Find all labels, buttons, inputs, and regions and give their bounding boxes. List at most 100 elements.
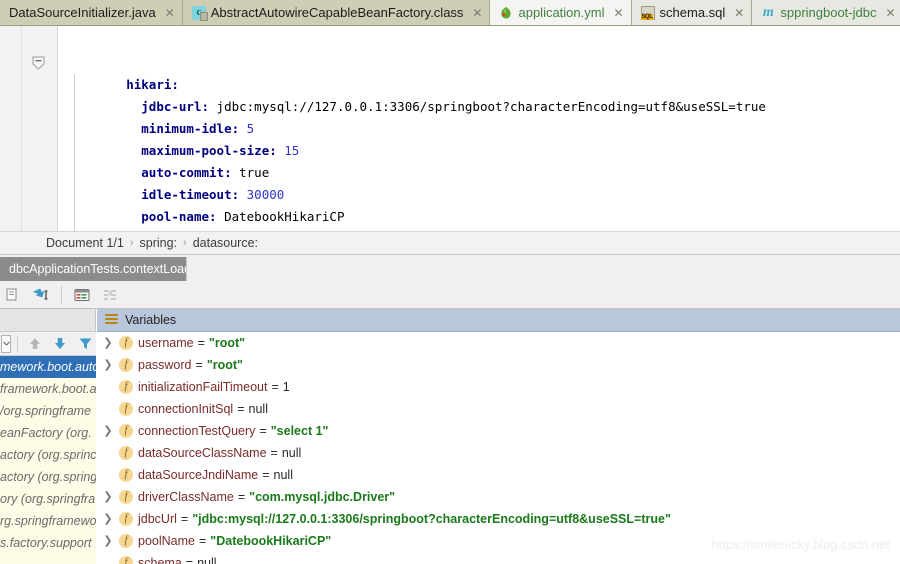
table-settings-icon[interactable] xyxy=(69,283,95,307)
yaml-file-icon xyxy=(499,6,513,20)
editor-tab-label: AbstractAutowireCapableBeanFactory.class xyxy=(210,5,464,20)
variable-name: dataSourceClassName xyxy=(138,446,267,460)
jump-to-source-icon[interactable] xyxy=(28,283,54,307)
sql-file-icon xyxy=(640,5,655,20)
chevron-right-icon[interactable]: ❯ xyxy=(103,332,112,354)
breadcrumb-item-datasource[interactable]: datasource: xyxy=(193,236,258,250)
run-tab-strip: dbcApplicationTests.contextLoads xyxy=(0,255,900,281)
variables-list[interactable]: ❯ f username = "root" ❯ f password = "ro… xyxy=(97,332,900,564)
variable-value: "jdbc:mysql://127.0.0.1:3306/springboot?… xyxy=(192,512,671,526)
export-icon[interactable] xyxy=(0,283,26,307)
variable-name: connectionTestQuery xyxy=(138,424,256,438)
frame-list-item[interactable]: framework.boot.a xyxy=(0,378,96,400)
editor-tab-schema-sql[interactable]: schema.sql ✕ xyxy=(631,0,753,25)
variable-value: "DatebookHikariCP" xyxy=(210,534,332,548)
close-icon[interactable]: ✕ xyxy=(472,7,482,19)
field-badge-icon: f xyxy=(119,468,133,482)
frames-panel: mework.boot.auto framework.boot.a /org.s… xyxy=(0,309,96,564)
editor-tab-application-yml[interactable]: application.yml ✕ xyxy=(490,0,632,25)
run-tab-strip-filler xyxy=(186,257,900,281)
breadcrumb-item-document[interactable]: Document 1/1 xyxy=(46,236,124,250)
equals-sign: = xyxy=(259,424,267,438)
variable-row[interactable]: ❯ f username = "root" xyxy=(97,332,900,354)
variable-name: username xyxy=(138,336,194,350)
code-content[interactable]: hikari: jdbc-url: jdbc:mysql://127.0.0.1… xyxy=(66,26,900,246)
sort-lines-icon[interactable] xyxy=(97,283,123,307)
yaml-value: true xyxy=(239,165,270,180)
frame-list-item[interactable]: rg.springframewo xyxy=(0,510,96,532)
chevron-right-icon[interactable]: ❯ xyxy=(103,354,112,376)
expand-arrow-cell[interactable]: ❯ xyxy=(97,332,119,354)
chevron-right-icon[interactable]: ❯ xyxy=(103,530,112,552)
variable-row[interactable]: ❯ f jdbcUrl = "jdbc:mysql://127.0.0.1:33… xyxy=(97,508,900,530)
frame-list-item[interactable]: s.factory.support xyxy=(0,532,96,554)
expand-arrow-cell[interactable]: ❯ xyxy=(97,354,119,376)
expand-arrow-cell[interactable]: ❯ xyxy=(97,420,119,442)
code-line: jdbc-url: jdbc:mysql://127.0.0.1:3306/sp… xyxy=(66,74,900,114)
variable-value: 1 xyxy=(282,380,290,394)
frame-list-item[interactable]: /org.springframe xyxy=(0,400,96,422)
variable-row[interactable]: f dataSourceClassName = null xyxy=(97,442,900,464)
thread-combo-icon[interactable] xyxy=(1,334,12,353)
module-icon: m xyxy=(762,4,774,20)
yaml-value: 15 xyxy=(284,143,300,158)
chevron-right-icon[interactable]: ❯ xyxy=(103,486,112,508)
code-editor[interactable]: hikari: jdbc-url: jdbc:mysql://127.0.0.1… xyxy=(0,26,900,246)
expand-arrow-cell[interactable]: ❯ xyxy=(97,486,119,508)
variable-row[interactable]: f dataSourceJndiName = null xyxy=(97,464,900,486)
variable-row[interactable]: ❯ f connectionTestQuery = "select 1" xyxy=(97,420,900,442)
equals-sign: = xyxy=(237,402,245,416)
equals-sign: = xyxy=(180,512,189,526)
variable-row[interactable]: ❯ f driverClassName = "com.mysql.jdbc.Dr… xyxy=(97,486,900,508)
variable-name: dataSourceJndiName xyxy=(138,468,259,482)
variable-name: password xyxy=(138,358,192,372)
close-icon[interactable]: ✕ xyxy=(734,7,744,19)
close-icon[interactable]: ✕ xyxy=(885,7,895,19)
watermark: https://smilenicky.blog.csdn.net xyxy=(711,538,890,552)
field-badge-icon: f xyxy=(119,402,133,416)
variable-value: null xyxy=(248,402,268,416)
breadcrumb-item-spring[interactable]: spring: xyxy=(140,236,178,250)
editor-tab-label: sppringboot-jdbc xyxy=(780,5,877,20)
frame-list-item[interactable]: mework.boot.auto xyxy=(0,356,96,378)
equals-sign: = xyxy=(195,358,203,372)
variable-row[interactable]: f initializationFailTimeout = 1 xyxy=(97,376,900,398)
variable-value: null xyxy=(197,556,217,564)
yaml-key: idle-timeout: xyxy=(141,187,240,202)
expand-arrow-cell[interactable]: ❯ xyxy=(97,508,119,530)
frame-list-item[interactable]: ory (org.springfra xyxy=(0,488,96,510)
field-badge-icon: f xyxy=(119,336,133,350)
field-badge-icon: f xyxy=(119,512,133,526)
chevron-right-icon[interactable]: ❯ xyxy=(103,420,112,442)
arrow-up-icon[interactable] xyxy=(24,332,45,356)
variable-value: "com.mysql.jdbc.Driver" xyxy=(249,490,396,504)
filter-funnel-icon[interactable] xyxy=(75,332,96,356)
chevron-right-icon[interactable]: ❯ xyxy=(103,508,112,530)
arrow-down-icon[interactable] xyxy=(49,332,70,356)
yaml-key: pool-name: xyxy=(141,209,217,224)
frame-list-item[interactable]: actory (org.sprinc xyxy=(0,444,96,466)
yaml-value: jdbc:mysql://127.0.0.1:3306/springboot?c… xyxy=(216,99,766,114)
variable-row[interactable]: f schema = null xyxy=(97,552,900,564)
fold-collapse-icon[interactable] xyxy=(32,56,45,70)
equals-sign: = xyxy=(262,468,270,482)
yaml-key: hikari: xyxy=(126,77,179,92)
editor-tab-sppringboot-jdbc[interactable]: m sppringboot-jdbc ✕ xyxy=(752,0,900,25)
variable-value: null xyxy=(273,468,293,482)
editor-tab-abstractautowirecapablebeanfactory[interactable]: c AbstractAutowireCapableBeanFactory.cla… xyxy=(182,0,491,25)
equals-sign: = xyxy=(237,490,246,504)
variable-row[interactable]: ❯ f password = "root" xyxy=(97,354,900,376)
run-tab-contextloads[interactable]: dbcApplicationTests.contextLoads xyxy=(0,257,207,281)
variables-panel: Variables ❯ f username = "root" ❯ f pass… xyxy=(97,309,900,564)
variable-name: schema xyxy=(138,556,182,564)
variable-row[interactable]: f connectionInitSql = null xyxy=(97,398,900,420)
frame-list-item[interactable]: actory (org.spring xyxy=(0,466,96,488)
editor-tab-datasourceinitializer[interactable]: DataSourceInitializer.java ✕ xyxy=(0,0,183,25)
close-icon[interactable]: ✕ xyxy=(165,7,175,19)
variables-panel-header: Variables xyxy=(97,309,900,332)
close-icon[interactable]: ✕ xyxy=(613,7,623,19)
expand-arrow-cell[interactable]: ❯ xyxy=(97,530,119,552)
frame-list-item[interactable]: eanFactory (org. xyxy=(0,422,96,444)
frames-list[interactable]: mework.boot.auto framework.boot.a /org.s… xyxy=(0,356,96,564)
variable-name: initializationFailTimeout xyxy=(138,380,268,394)
